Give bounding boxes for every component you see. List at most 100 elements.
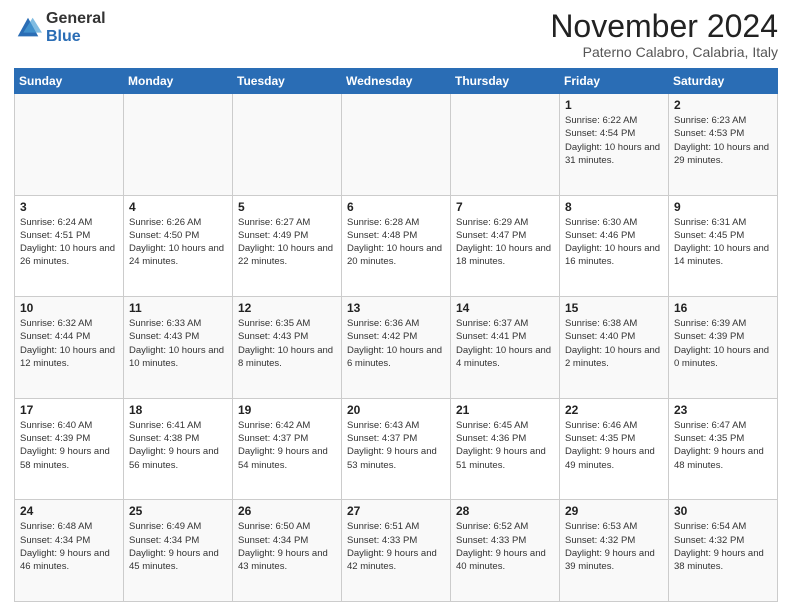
calendar-cell <box>124 94 233 196</box>
calendar-cell: 6Sunrise: 6:28 AM Sunset: 4:48 PM Daylig… <box>342 195 451 297</box>
calendar-cell: 30Sunrise: 6:54 AM Sunset: 4:32 PM Dayli… <box>669 500 778 602</box>
logo-general: General <box>46 10 106 28</box>
calendar-cell: 3 Sunrise: 6:24 AM Sunset: 4:51 PM Daylig… <box>15 195 124 297</box>
day-info: Sunrise: 6:49 AM Sunset: 4:34 PM Dayligh… <box>129 520 227 573</box>
day-number: 30 <box>674 504 772 518</box>
day-info: Sunrise: 6:52 AM Sunset: 4:33 PM Dayligh… <box>456 520 554 573</box>
day-number: 16 <box>674 301 772 315</box>
day-header-wednesday: Wednesday <box>342 69 451 94</box>
calendar-cell: 15 Sunrise: 6:38 AM Sunset: 4:40 PM Dayli… <box>560 297 669 399</box>
day-info: Sunrise: 6:50 AM Sunset: 4:34 PM Dayligh… <box>238 520 336 573</box>
calendar-cell <box>342 94 451 196</box>
day-info: Sunrise: 6:23 AM Sunset: 4:53 PM Dayligh… <box>674 114 772 167</box>
day-info: Sunrise: 6:41 AM Sunset: 4:38 PM Dayligh… <box>129 419 227 472</box>
calendar-cell: 7 Sunrise: 6:29 AM Sunset: 4:47 PM Daylig… <box>451 195 560 297</box>
calendar-cell: 18 Sunrise: 6:41 AM Sunset: 4:38 PM Dayli… <box>124 398 233 500</box>
calendar-cell: 19Sunrise: 6:42 AM Sunset: 4:37 PM Dayli… <box>233 398 342 500</box>
day-info: Sunrise: 6:29 AM Sunset: 4:47 PM Dayligh… <box>456 216 554 269</box>
calendar-header-row: SundayMondayTuesdayWednesdayThursdayFrid… <box>15 69 778 94</box>
calendar-cell: 22 Sunrise: 6:46 AM Sunset: 4:35 PM Dayli… <box>560 398 669 500</box>
day-number: 21 <box>456 403 554 417</box>
day-header-sunday: Sunday <box>15 69 124 94</box>
week-row-4: 17Sunrise: 6:40 AM Sunset: 4:39 PM Dayli… <box>15 398 778 500</box>
logo: General Blue <box>14 10 106 45</box>
day-number: 23 <box>674 403 772 417</box>
day-number: 29 <box>565 504 663 518</box>
day-info: Sunrise: 6:47 AM Sunset: 4:35 PM Dayligh… <box>674 419 772 472</box>
day-number: 14 <box>456 301 554 315</box>
day-header-thursday: Thursday <box>451 69 560 94</box>
calendar-cell: 29 Sunrise: 6:53 AM Sunset: 4:32 PM Dayli… <box>560 500 669 602</box>
day-number: 17 <box>20 403 118 417</box>
day-info: Sunrise: 6:24 AM Sunset: 4:51 PM Dayligh… <box>20 216 118 269</box>
day-number: 4 <box>129 200 227 214</box>
logo-blue: Blue <box>46 28 106 46</box>
calendar-cell: 12Sunrise: 6:35 AM Sunset: 4:43 PM Dayli… <box>233 297 342 399</box>
calendar-cell: 9 Sunrise: 6:31 AM Sunset: 4:45 PM Daylig… <box>669 195 778 297</box>
day-number: 26 <box>238 504 336 518</box>
day-number: 9 <box>674 200 772 214</box>
calendar-cell: 21 Sunrise: 6:45 AM Sunset: 4:36 PM Dayli… <box>451 398 560 500</box>
day-info: Sunrise: 6:38 AM Sunset: 4:40 PM Dayligh… <box>565 317 663 370</box>
location: Paterno Calabro, Calabria, Italy <box>550 44 778 60</box>
calendar-cell: 26 Sunrise: 6:50 AM Sunset: 4:34 PM Dayli… <box>233 500 342 602</box>
day-number: 7 <box>456 200 554 214</box>
day-info: Sunrise: 6:51 AM Sunset: 4:33 PM Dayligh… <box>347 520 445 573</box>
day-info: Sunrise: 6:43 AM Sunset: 4:37 PM Dayligh… <box>347 419 445 472</box>
calendar-cell: 2 Sunrise: 6:23 AM Sunset: 4:53 PM Daylig… <box>669 94 778 196</box>
calendar-cell: 20 Sunrise: 6:43 AM Sunset: 4:37 PM Dayli… <box>342 398 451 500</box>
calendar-cell: 10Sunrise: 6:32 AM Sunset: 4:44 PM Dayli… <box>15 297 124 399</box>
day-number: 2 <box>674 98 772 112</box>
day-header-monday: Monday <box>124 69 233 94</box>
week-row-2: 3 Sunrise: 6:24 AM Sunset: 4:51 PM Daylig… <box>15 195 778 297</box>
day-info: Sunrise: 6:53 AM Sunset: 4:32 PM Dayligh… <box>565 520 663 573</box>
logo-icon <box>14 14 42 42</box>
calendar-cell: 16 Sunrise: 6:39 AM Sunset: 4:39 PM Dayli… <box>669 297 778 399</box>
calendar-cell: 24 Sunrise: 6:48 AM Sunset: 4:34 PM Dayli… <box>15 500 124 602</box>
day-info: Sunrise: 6:46 AM Sunset: 4:35 PM Dayligh… <box>565 419 663 472</box>
day-info: Sunrise: 6:22 AM Sunset: 4:54 PM Dayligh… <box>565 114 663 167</box>
day-number: 1 <box>565 98 663 112</box>
day-info: Sunrise: 6:33 AM Sunset: 4:43 PM Dayligh… <box>129 317 227 370</box>
day-number: 25 <box>129 504 227 518</box>
day-info: Sunrise: 6:31 AM Sunset: 4:45 PM Dayligh… <box>674 216 772 269</box>
day-number: 22 <box>565 403 663 417</box>
calendar-cell: 11 Sunrise: 6:33 AM Sunset: 4:43 PM Dayli… <box>124 297 233 399</box>
day-info: Sunrise: 6:28 AM Sunset: 4:48 PM Dayligh… <box>347 216 445 269</box>
day-info: Sunrise: 6:30 AM Sunset: 4:46 PM Dayligh… <box>565 216 663 269</box>
day-number: 8 <box>565 200 663 214</box>
day-number: 15 <box>565 301 663 315</box>
calendar-cell <box>451 94 560 196</box>
day-info: Sunrise: 6:42 AM Sunset: 4:37 PM Dayligh… <box>238 419 336 472</box>
day-number: 20 <box>347 403 445 417</box>
day-info: Sunrise: 6:37 AM Sunset: 4:41 PM Dayligh… <box>456 317 554 370</box>
month-title: November 2024 <box>550 10 778 42</box>
day-info: Sunrise: 6:27 AM Sunset: 4:49 PM Dayligh… <box>238 216 336 269</box>
day-header-friday: Friday <box>560 69 669 94</box>
calendar-cell: 4 Sunrise: 6:26 AM Sunset: 4:50 PM Daylig… <box>124 195 233 297</box>
header: General Blue November 2024 Paterno Calab… <box>14 10 778 60</box>
calendar-cell: 27Sunrise: 6:51 AM Sunset: 4:33 PM Dayli… <box>342 500 451 602</box>
day-header-tuesday: Tuesday <box>233 69 342 94</box>
page: General Blue November 2024 Paterno Calab… <box>0 0 792 612</box>
calendar-table: SundayMondayTuesdayWednesdayThursdayFrid… <box>14 68 778 602</box>
day-info: Sunrise: 6:26 AM Sunset: 4:50 PM Dayligh… <box>129 216 227 269</box>
day-number: 13 <box>347 301 445 315</box>
calendar-cell: 17Sunrise: 6:40 AM Sunset: 4:39 PM Dayli… <box>15 398 124 500</box>
day-info: Sunrise: 6:48 AM Sunset: 4:34 PM Dayligh… <box>20 520 118 573</box>
day-info: Sunrise: 6:45 AM Sunset: 4:36 PM Dayligh… <box>456 419 554 472</box>
day-number: 18 <box>129 403 227 417</box>
calendar-cell <box>233 94 342 196</box>
calendar-cell: 23 Sunrise: 6:47 AM Sunset: 4:35 PM Dayli… <box>669 398 778 500</box>
day-info: Sunrise: 6:36 AM Sunset: 4:42 PM Dayligh… <box>347 317 445 370</box>
day-number: 11 <box>129 301 227 315</box>
day-number: 10 <box>20 301 118 315</box>
day-header-saturday: Saturday <box>669 69 778 94</box>
week-row-3: 10Sunrise: 6:32 AM Sunset: 4:44 PM Dayli… <box>15 297 778 399</box>
calendar-cell: 28Sunrise: 6:52 AM Sunset: 4:33 PM Dayli… <box>451 500 560 602</box>
day-number: 3 <box>20 200 118 214</box>
calendar-cell: 13 Sunrise: 6:36 AM Sunset: 4:42 PM Dayli… <box>342 297 451 399</box>
week-row-1: 1 Sunrise: 6:22 AM Sunset: 4:54 PM Daylig… <box>15 94 778 196</box>
day-info: Sunrise: 6:39 AM Sunset: 4:39 PM Dayligh… <box>674 317 772 370</box>
day-number: 24 <box>20 504 118 518</box>
